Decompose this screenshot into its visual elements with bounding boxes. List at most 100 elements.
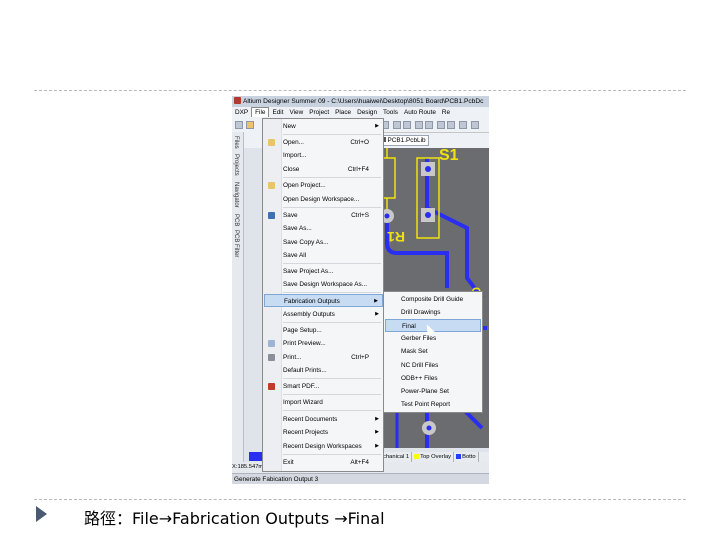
menu-reports[interactable]: Re	[439, 107, 453, 118]
save-disk-icon	[268, 212, 275, 219]
menu-item-open-design-workspace[interactable]: Open Design Workspace...	[264, 193, 383, 206]
grid-icon[interactable]	[459, 121, 467, 129]
panel-tab-projects[interactable]: Projects	[233, 154, 239, 176]
submenu-item-nc-drill-files[interactable]: NC Drill Files	[385, 359, 481, 372]
file-menu-dropdown: New ▶ Open... Ctrl+O Import... Close Ctrl+F…	[262, 118, 384, 472]
layer-tab-top-overlay[interactable]: Top Overlay	[412, 452, 455, 462]
side-panel-tabs: Files Projects Navigator PCB PCB Filter	[232, 132, 244, 462]
menu-item-recent-design-workspaces[interactable]: Recent Design Workspaces ▶	[264, 440, 383, 453]
submenu-arrow-icon: ▶	[375, 443, 379, 449]
bottom-divider	[34, 499, 686, 500]
menu-separator	[283, 410, 381, 411]
menu-separator	[283, 134, 381, 135]
silk-label-s1: S1	[439, 148, 459, 164]
menu-item-save-all[interactable]: Save All	[264, 249, 383, 262]
cross-probe-icon[interactable]	[437, 121, 445, 129]
menu-item-save-project-as[interactable]: Save Project As...	[264, 265, 383, 278]
menu-edit[interactable]: Edit	[269, 107, 286, 118]
menu-item-save-copy-as[interactable]: Save Copy As...	[264, 236, 383, 249]
menu-item-exit[interactable]: Exit Alt+F4	[264, 456, 383, 469]
move-icon[interactable]	[425, 121, 433, 129]
submenu-arrow-icon: ▶	[375, 123, 379, 129]
top-divider	[34, 90, 686, 91]
status-bar: Generate Fabication Output 3	[232, 473, 489, 484]
menu-item-page-setup[interactable]: Page Setup...	[264, 324, 383, 337]
menu-project[interactable]: Project	[306, 107, 332, 118]
menu-auto-route[interactable]: Auto Route	[401, 107, 439, 118]
menu-item-save[interactable]: Save Ctrl+S	[264, 209, 383, 222]
menu-item-close[interactable]: Close Ctrl+F4	[264, 163, 383, 176]
menu-file[interactable]: File	[251, 107, 270, 117]
zoom-icon[interactable]	[393, 121, 401, 129]
align-icon[interactable]	[447, 121, 455, 129]
panel-tab-pcb-filter[interactable]: PCB Filter	[233, 230, 239, 257]
menu-item-new[interactable]: New ▶	[264, 120, 383, 133]
submenu-arrow-icon: ▶	[374, 298, 378, 304]
submenu-arrow-icon: ▶	[375, 429, 379, 435]
menu-design[interactable]: Design	[354, 107, 380, 118]
panel-tab-pcb[interactable]: PCB	[233, 214, 239, 226]
path-caption: 路徑：File→Fabrication Outputs →Final	[84, 509, 385, 528]
open-project-icon	[268, 182, 275, 189]
menu-separator	[283, 322, 381, 323]
trace	[425, 158, 484, 300]
print-preview-icon	[268, 340, 275, 347]
menu-separator	[283, 292, 381, 293]
submenu-item-composite-drill-guide[interactable]: Composite Drill Guide	[385, 293, 481, 306]
menu-item-recent-projects[interactable]: Recent Projects ▶	[264, 426, 383, 439]
pdf-icon	[268, 383, 275, 390]
submenu-item-gerber-files[interactable]: Gerber Files	[385, 332, 481, 345]
menu-item-save-as[interactable]: Save As...	[264, 222, 383, 235]
submenu-item-test-point-report[interactable]: Test Point Report	[385, 398, 481, 411]
menu-separator	[283, 394, 381, 395]
panel-tab-navigator[interactable]: Navigator	[233, 182, 239, 208]
new-doc-icon[interactable]	[235, 121, 243, 129]
submenu-item-mask-set[interactable]: Mask Set	[385, 345, 481, 358]
main-toolbar	[367, 118, 489, 133]
menu-item-fabrication-outputs[interactable]: Fabrication Outputs ▶	[264, 294, 383, 307]
menu-item-assembly-outputs[interactable]: Assembly Outputs ▶	[264, 308, 383, 321]
select-icon[interactable]	[415, 121, 423, 129]
printer-icon	[268, 354, 275, 361]
panel-tab-files[interactable]: Files	[233, 136, 239, 149]
menu-separator	[283, 177, 381, 178]
menu-item-open-project[interactable]: Open Project...	[264, 179, 383, 192]
menu-item-import-wizard[interactable]: Import Wizard	[264, 396, 383, 409]
menu-item-recent-documents[interactable]: Recent Documents ▶	[264, 413, 383, 426]
pcblib-tab[interactable]: PCB1.PcbLib	[377, 135, 429, 146]
zoom-fit-icon[interactable]	[403, 121, 411, 129]
submenu-item-odb-files[interactable]: ODB++ Files	[385, 372, 481, 385]
menu-view[interactable]: View	[286, 107, 306, 118]
layer-tabs: Mechanical 1 Top Overlay Botto	[367, 452, 489, 462]
silk-label-r1: R1	[387, 229, 405, 245]
submenu-arrow-icon: ▶	[375, 311, 379, 317]
menu-item-import[interactable]: Import...	[264, 149, 383, 162]
menu-item-print[interactable]: Print... Ctrl+P	[264, 351, 383, 364]
menu-separator	[283, 207, 381, 208]
menu-separator	[283, 454, 381, 455]
menu-item-print-preview[interactable]: Print Preview...	[264, 337, 383, 350]
layer-tab-bottom[interactable]: Botto	[454, 452, 479, 462]
document-tabs: oc PCB1.PcbLib	[367, 133, 489, 148]
menu-item-save-design-workspace-as[interactable]: Save Design Workspace As...	[264, 278, 383, 291]
submenu-item-power-plane-set[interactable]: Power-Plane Set	[385, 385, 481, 398]
menu-separator	[283, 263, 381, 264]
open-folder-icon[interactable]	[246, 121, 254, 129]
layer-color-icon	[414, 453, 420, 459]
altium-logo-icon	[234, 97, 241, 104]
menu-dxp[interactable]: DXP	[232, 107, 251, 118]
menu-item-default-prints[interactable]: Default Prints...	[264, 364, 383, 377]
layer-color-swatch	[249, 452, 263, 461]
bullet-arrow-icon	[36, 506, 47, 522]
menu-bar: DXP File Edit View Project Place Design Tools Au…	[232, 107, 489, 118]
menu-item-open[interactable]: Open... Ctrl+O	[264, 136, 383, 149]
window-titlebar: Altium Designer Summer 09 - C:\Users\hua…	[232, 96, 489, 107]
menu-separator	[283, 378, 381, 379]
menu-tools[interactable]: Tools	[380, 107, 401, 118]
menu-place[interactable]: Place	[332, 107, 354, 118]
rule-icon[interactable]	[471, 121, 479, 129]
submenu-item-drill-drawings[interactable]: Drill Drawings	[385, 306, 481, 319]
status-text: Generate Fabication Output 3	[234, 476, 319, 483]
window-title: Altium Designer Summer 09 - C:\Users\hua…	[243, 98, 484, 105]
menu-item-smart-pdf[interactable]: Smart PDF...	[264, 380, 383, 393]
